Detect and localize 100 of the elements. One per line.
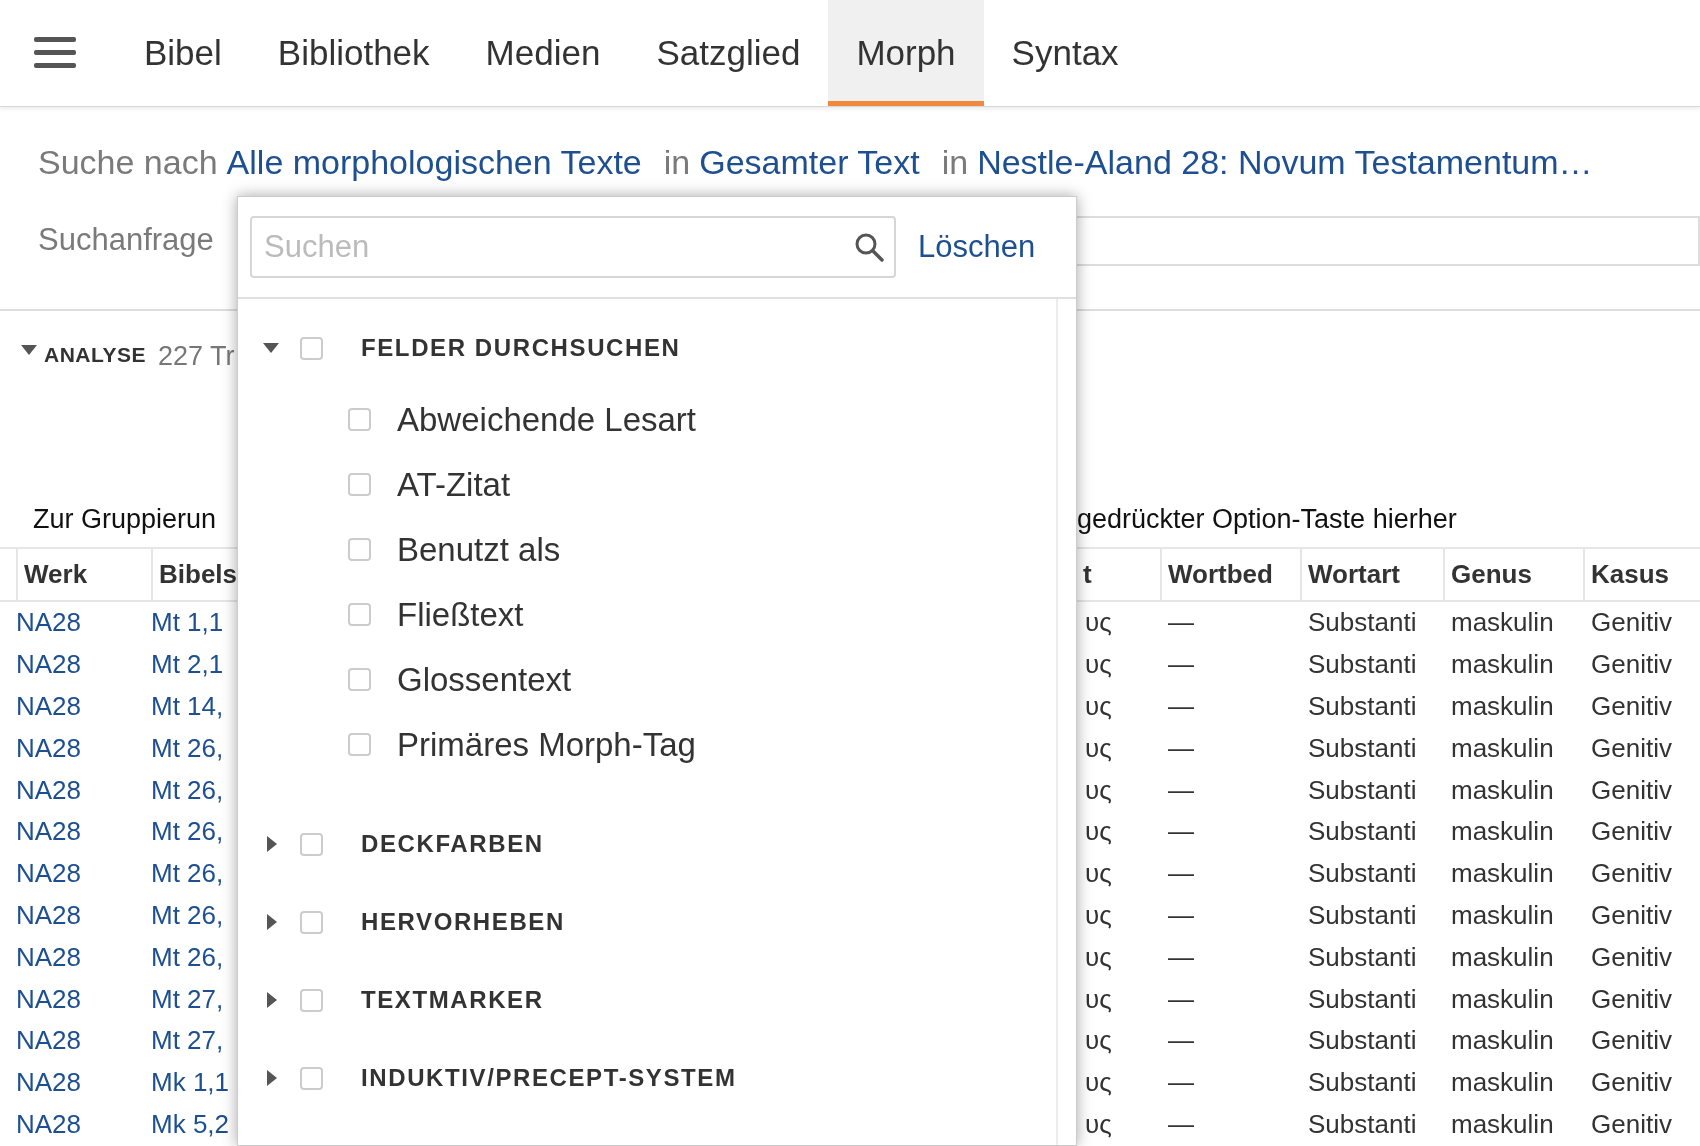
table-cell-text: Substanti — [1307, 1066, 1418, 1100]
table-cell-text: Substanti — [1307, 1024, 1418, 1058]
table-cell-text: maskulin — [1450, 1107, 1555, 1141]
range-link[interactable]: Gesamter Text — [699, 143, 920, 182]
table-cell-text: υς — [1084, 815, 1113, 849]
table-cell-link[interactable]: NA28 — [8, 727, 143, 770]
column-header[interactable]: Werk — [16, 549, 151, 600]
table-cell-link[interactable]: NA28 — [8, 685, 143, 728]
table-cell-link[interactable]: NA28 — [8, 769, 143, 811]
grouping-hint: gedrückter Option-Taste hierher — [1077, 503, 1457, 535]
nav-tab[interactable]: Satzglied — [628, 0, 829, 106]
search-field[interactable]: Suchen — [250, 216, 896, 278]
field-option[interactable]: Fließtext — [397, 595, 524, 634]
table-cell-link[interactable]: NA28 — [8, 602, 143, 644]
table-cell-link[interactable]: NA28 — [8, 643, 143, 686]
group-label[interactable]: TEXTMARKER — [361, 986, 544, 1014]
table-cell-link[interactable]: Mk 5,2 — [143, 1103, 237, 1146]
group-label[interactable]: HERVORHEBEN — [361, 908, 565, 936]
column-header[interactable]: t — [1077, 549, 1160, 600]
group-label[interactable]: INDUKTIV/PRECEPT-SYSTEM — [361, 1064, 737, 1092]
table-cell-link[interactable]: NA28 — [8, 1103, 143, 1146]
field-option[interactable]: Primäres Morph-Tag — [397, 725, 696, 764]
table-cell-text: maskulin — [1450, 606, 1555, 640]
column-header[interactable]: Genus — [1443, 549, 1583, 600]
table-cell-text: υς — [1084, 648, 1113, 682]
table-cell-text: υς — [1084, 773, 1113, 807]
column-header[interactable]: Wortart — [1300, 549, 1443, 600]
table-cell-link[interactable]: Mt 14, — [143, 685, 237, 728]
table-cell-link[interactable]: NA28 — [8, 1019, 143, 1062]
result-count: 227 Tr — [157, 341, 235, 372]
table-cell-text: maskulin — [1450, 773, 1555, 807]
query-field[interactable] — [1077, 216, 1700, 266]
nav-tab[interactable]: Morph — [828, 0, 984, 106]
checkbox[interactable] — [300, 1066, 323, 1090]
field-option[interactable]: Benutzt als — [397, 530, 561, 569]
column-header[interactable]: Kasus — [1583, 549, 1700, 600]
table-cell-link[interactable]: NA28 — [8, 894, 143, 937]
table-cell-text: Genitiv — [1590, 773, 1673, 807]
table-cell-text: Genitiv — [1590, 815, 1673, 849]
table-cell-link[interactable]: Mt 26, — [143, 727, 237, 770]
menu-icon[interactable] — [34, 35, 76, 71]
table-cell-text: Genitiv — [1590, 898, 1673, 932]
checkbox[interactable] — [300, 988, 323, 1012]
nav-tab[interactable]: Syntax — [983, 0, 1147, 106]
table-cell-link[interactable]: Mt 27, — [143, 978, 237, 1020]
checkbox[interactable] — [300, 336, 323, 360]
search-prefix: Suche nach — [38, 143, 218, 182]
resource-link[interactable]: Nestle-Aland 28: Novum Testamentum… — [977, 143, 1593, 182]
table-cell-link[interactable]: Mt 26, — [143, 852, 237, 895]
table-cell-text: υς — [1084, 940, 1113, 974]
table-cell-text: υς — [1084, 982, 1113, 1016]
checkbox[interactable] — [348, 473, 371, 496]
nav-tab[interactable]: Bibel — [116, 0, 250, 106]
table-cell-link[interactable]: NA28 — [8, 978, 143, 1020]
field-option[interactable]: AT-Zitat — [397, 465, 511, 504]
checkbox[interactable] — [348, 603, 371, 626]
table-cell-link[interactable]: NA28 — [8, 811, 143, 853]
checkbox[interactable] — [348, 733, 371, 756]
checkbox[interactable] — [348, 668, 371, 691]
table-cell-link[interactable]: Mt 26, — [143, 769, 237, 811]
table-cell-link[interactable]: Mt 1,1 — [143, 602, 237, 644]
nav-tab[interactable]: Bibliothek — [249, 0, 458, 106]
checkbox[interactable] — [348, 538, 371, 561]
column-header[interactable]: Wortbed — [1160, 549, 1300, 600]
group-label[interactable]: DECKFARBEN — [361, 830, 544, 858]
table-cell-text: maskulin — [1450, 898, 1555, 932]
table-cell-text: — — [1167, 815, 1195, 849]
table-cell-text: Substanti — [1307, 731, 1418, 765]
group-label[interactable]: FELDER DURCHSUCHEN — [361, 334, 681, 362]
table-cell-link[interactable]: Mt 26, — [143, 811, 237, 853]
table-cell-text: — — [1167, 898, 1195, 932]
nav-tab[interactable]: Medien — [457, 0, 629, 106]
table-cell-text: maskulin — [1450, 815, 1555, 849]
table-cell-text: Genitiv — [1590, 1107, 1673, 1141]
table-cell-text: — — [1167, 1066, 1195, 1100]
field-option[interactable]: Glossentext — [397, 660, 572, 699]
table-cell-text: Genitiv — [1590, 857, 1673, 891]
table-cell-link[interactable]: Mt 2,1 — [143, 643, 237, 686]
table-cell-text: υς — [1084, 898, 1113, 932]
table-cell-link[interactable]: Mt 27, — [143, 1019, 237, 1062]
table-cell-link[interactable]: Mt 26, — [143, 894, 237, 937]
scope-link[interactable]: Alle morphologischen Texte — [226, 143, 642, 182]
checkbox[interactable] — [348, 408, 371, 431]
table-cell-link[interactable]: NA28 — [8, 852, 143, 895]
table-cell-link[interactable]: NA28 — [8, 936, 143, 979]
table-cell-text: υς — [1084, 690, 1113, 723]
table-cell-text: Genitiv — [1590, 731, 1673, 765]
table-cell-text: υς — [1084, 1107, 1113, 1141]
checkbox[interactable] — [300, 832, 323, 856]
table-cell-text: Substanti — [1307, 606, 1418, 640]
checkbox[interactable] — [300, 910, 323, 934]
table-cell-text: — — [1167, 940, 1195, 974]
table-cell-link[interactable]: Mk 1,1 — [143, 1061, 237, 1104]
table-cell-text: υς — [1084, 857, 1113, 891]
search-icon[interactable] — [854, 232, 884, 262]
analysis-title[interactable]: ANALYSE — [44, 343, 146, 367]
table-cell-link[interactable]: NA28 — [8, 1061, 143, 1104]
clear-link[interactable]: Löschen — [918, 229, 1036, 265]
table-cell-link[interactable]: Mt 26, — [143, 936, 237, 979]
field-option[interactable]: Abweichende Lesart — [397, 400, 697, 439]
